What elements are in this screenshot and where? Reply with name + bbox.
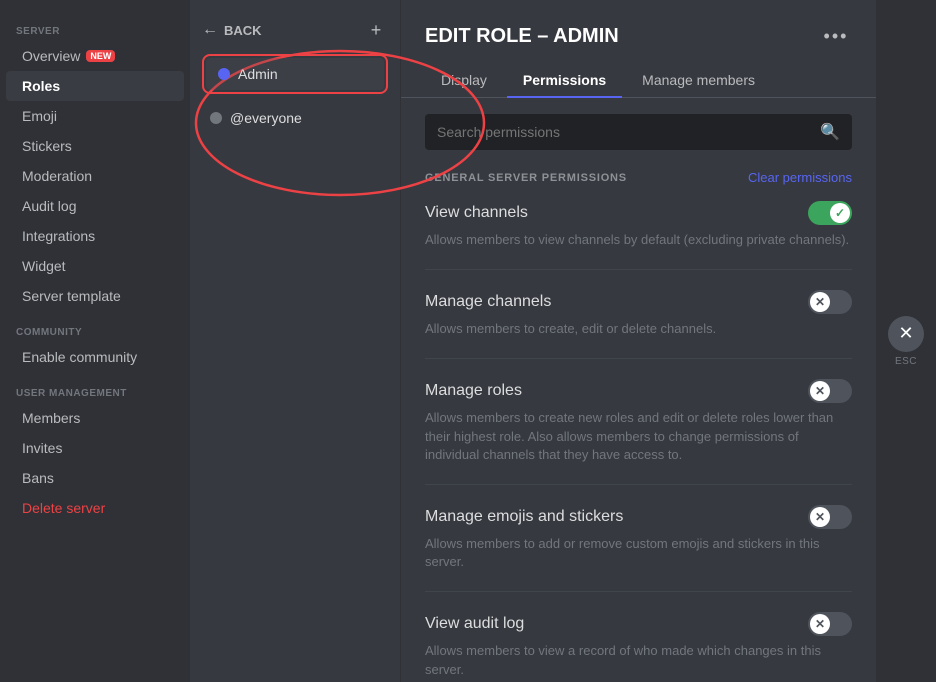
page-title: EDIT ROLE – ADMIN: [425, 25, 619, 48]
middle-header: ← BACK +: [190, 10, 400, 54]
permissions-section-header: GENERAL SERVER PERMISSIONS Clear permiss…: [425, 170, 852, 185]
sidebar-section-community: COMMUNITY: [0, 311, 190, 342]
permission-name-manage-channels: Manage channels: [425, 293, 551, 311]
sidebar-item-emoji[interactable]: Emoji: [6, 101, 184, 131]
back-button[interactable]: ← BACK: [202, 21, 262, 39]
main-title-row: EDIT ROLE – ADMIN •••: [425, 20, 852, 52]
role-dot-everyone: [210, 112, 222, 124]
toggle-knob-manage-roles: ✕: [810, 381, 830, 401]
sidebar-section-server: SERVER: [0, 10, 190, 41]
sidebar-item-enable-community[interactable]: Enable community: [6, 342, 184, 372]
sidebar-item-integrations[interactable]: Integrations: [6, 221, 184, 251]
permission-desc-view-channels: Allows members to view channels by defau…: [425, 232, 849, 247]
permission-manage-emojis-row: Manage emojis and stickers ✕: [425, 505, 852, 529]
sidebar-item-label-server-template: Server template: [22, 288, 121, 304]
tab-manage-members[interactable]: Manage members: [626, 64, 771, 98]
permission-name-manage-emojis: Manage emojis and stickers: [425, 508, 623, 526]
toggle-knob-manage-emojis: ✕: [810, 507, 830, 527]
sidebar-item-label-integrations: Integrations: [22, 228, 95, 244]
toggle-manage-roles[interactable]: ✕: [808, 379, 852, 403]
toggle-knob-view-channels: ✓: [830, 203, 850, 223]
role-item-admin[interactable]: Admin: [206, 58, 384, 90]
permission-manage-emojis: Manage emojis and stickers ✕ Allows memb…: [425, 505, 852, 592]
sidebar-item-label-moderation: Moderation: [22, 168, 92, 184]
sidebar-item-audit-log[interactable]: Audit log: [6, 191, 184, 221]
permission-name-view-audit-log: View audit log: [425, 615, 524, 633]
add-role-button[interactable]: +: [364, 18, 388, 42]
permission-view-channels-row: View channels ✓: [425, 201, 852, 225]
sidebar-item-label-roles: Roles: [22, 78, 60, 94]
permission-view-audit-log: View audit log ✕ Allows members to view …: [425, 612, 852, 682]
sidebar-item-label-stickers: Stickers: [22, 138, 72, 154]
back-arrow-icon: ←: [202, 21, 218, 39]
clear-permissions-button[interactable]: Clear permissions: [748, 170, 852, 185]
sidebar-item-overview[interactable]: Overview NEW: [6, 41, 184, 71]
back-label: BACK: [224, 23, 262, 38]
search-bar[interactable]: 🔍: [425, 114, 852, 150]
permission-manage-roles-row: Manage roles ✕: [425, 379, 852, 403]
permission-desc-manage-roles: Allows members to create new roles and e…: [425, 410, 833, 461]
role-item-admin-wrapper: Admin: [198, 56, 392, 92]
sidebar: SERVER Overview NEW Roles Emoji Stickers…: [0, 0, 190, 682]
tab-permissions[interactable]: Permissions: [507, 64, 622, 98]
permission-name-view-channels: View channels: [425, 204, 528, 222]
role-dot-admin: [218, 68, 230, 80]
main-header: EDIT ROLE – ADMIN ••• Display Permission…: [401, 0, 876, 98]
sidebar-item-label-delete-server: Delete server: [22, 500, 105, 516]
toggle-manage-emojis[interactable]: ✕: [808, 505, 852, 529]
tab-display[interactable]: Display: [425, 64, 503, 98]
sidebar-item-label-overview: Overview: [22, 48, 80, 64]
section-label: GENERAL SERVER PERMISSIONS: [425, 172, 627, 184]
permission-view-channels: View channels ✓ Allows members to view c…: [425, 201, 852, 270]
close-icon: ✕: [888, 316, 924, 352]
sidebar-item-label-invites: Invites: [22, 440, 62, 456]
role-item-everyone[interactable]: @everyone: [198, 102, 392, 134]
esc-label: ESC: [895, 356, 917, 367]
more-options-button[interactable]: •••: [820, 20, 852, 52]
sidebar-item-delete-server[interactable]: Delete server: [6, 493, 184, 523]
sidebar-item-moderation[interactable]: Moderation: [6, 161, 184, 191]
toggle-view-audit-log[interactable]: ✕: [808, 612, 852, 636]
sidebar-item-stickers[interactable]: Stickers: [6, 131, 184, 161]
sidebar-item-label-members: Members: [22, 410, 80, 426]
role-name-admin: Admin: [238, 66, 278, 82]
search-icon: 🔍: [820, 122, 840, 142]
sidebar-item-label-audit-log: Audit log: [22, 198, 76, 214]
main-body: 🔍 GENERAL SERVER PERMISSIONS Clear permi…: [401, 98, 876, 682]
permission-desc-manage-channels: Allows members to create, edit or delete…: [425, 321, 716, 336]
sidebar-section-user-management: USER MANAGEMENT: [0, 372, 190, 403]
sidebar-item-invites[interactable]: Invites: [6, 433, 184, 463]
permission-desc-manage-emojis: Allows members to add or remove custom e…: [425, 536, 819, 569]
sidebar-item-label-bans: Bans: [22, 470, 54, 486]
permission-desc-view-audit-log: Allows members to view a record of who m…: [425, 643, 821, 676]
permission-manage-roles: Manage roles ✕ Allows members to create …: [425, 379, 852, 485]
esc-button[interactable]: ✕ ESC: [876, 0, 936, 682]
main-content: EDIT ROLE – ADMIN ••• Display Permission…: [400, 0, 876, 682]
sidebar-item-widget[interactable]: Widget: [6, 251, 184, 281]
permission-manage-channels-row: Manage channels ✕: [425, 290, 852, 314]
permission-name-manage-roles: Manage roles: [425, 382, 522, 400]
toggle-knob-view-audit-log: ✕: [810, 614, 830, 634]
sidebar-item-label-widget: Widget: [22, 258, 66, 274]
permission-view-audit-log-row: View audit log ✕: [425, 612, 852, 636]
toggle-view-channels[interactable]: ✓: [808, 201, 852, 225]
permission-manage-channels: Manage channels ✕ Allows members to crea…: [425, 290, 852, 359]
sidebar-item-label-emoji: Emoji: [22, 108, 57, 124]
sidebar-item-members[interactable]: Members: [6, 403, 184, 433]
toggle-knob-manage-channels: ✕: [810, 292, 830, 312]
sidebar-item-label-enable-community: Enable community: [22, 349, 137, 365]
tabs: Display Permissions Manage members: [425, 64, 852, 97]
middle-panel: ← BACK + Admin @everyone: [190, 0, 400, 682]
role-name-everyone: @everyone: [230, 110, 302, 126]
search-input[interactable]: [437, 124, 820, 140]
sidebar-item-bans[interactable]: Bans: [6, 463, 184, 493]
sidebar-item-roles[interactable]: Roles: [6, 71, 184, 101]
badge-new: NEW: [86, 50, 115, 62]
sidebar-item-server-template[interactable]: Server template: [6, 281, 184, 311]
toggle-manage-channels[interactable]: ✕: [808, 290, 852, 314]
